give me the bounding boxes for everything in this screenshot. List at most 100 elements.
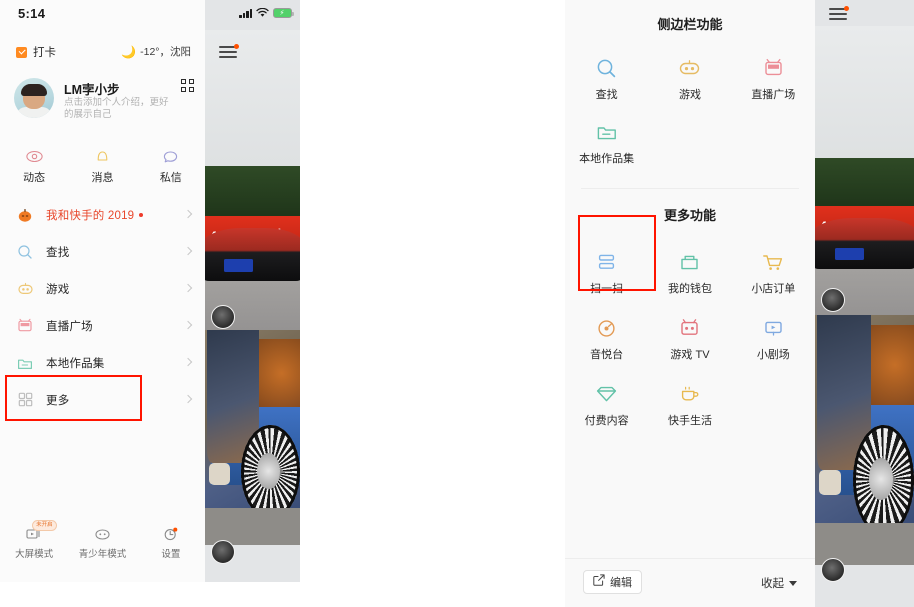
- caret-down-icon: [789, 580, 797, 586]
- video-clip-porsche[interactable]: 40w买保时: [205, 30, 300, 340]
- shopping-cart-icon: [732, 250, 815, 274]
- moon-icon: 🌙: [121, 44, 137, 59]
- video-thumbnail-avatar[interactable]: [211, 305, 235, 329]
- sidebar-functions-grid: 查找 游戏 直播广场 本地作品集: [565, 47, 815, 170]
- grid-item-local-works[interactable]: 本地作品集: [565, 106, 648, 170]
- eye-icon: [0, 148, 68, 165]
- video2-shoe: [208, 463, 230, 485]
- teen-mode-icon: [68, 524, 136, 544]
- big-screen-icon: 未开启: [0, 520, 68, 544]
- avatar[interactable]: [14, 78, 54, 118]
- folder-icon: [565, 120, 648, 144]
- grid-item-scan[interactable]: 扫一扫: [565, 236, 648, 300]
- chevron-right-icon: [183, 246, 193, 256]
- video-car: [815, 218, 914, 269]
- grid-item-game[interactable]: 游戏: [648, 47, 731, 106]
- grid-item-life[interactable]: 快手生活: [648, 366, 731, 432]
- grid-item-label: 小店订单: [751, 283, 796, 295]
- hamburger-menu-icon[interactable]: [219, 44, 239, 59]
- checkin-label: 打卡: [33, 47, 56, 59]
- coffee-cup-icon: [648, 382, 731, 406]
- right-phone-screenshot: 40w买保 侧边栏功能: [565, 0, 914, 607]
- tab-label: 消息: [91, 172, 114, 184]
- bell-icon: [68, 148, 136, 165]
- grid-item-label: 直播广场: [751, 89, 796, 101]
- chevron-right-icon: [183, 209, 193, 219]
- hamburger-menu-icon[interactable]: [829, 6, 849, 21]
- sidebar-item-more[interactable]: 更多: [0, 381, 205, 418]
- video-trees: [815, 158, 914, 212]
- grid-item-wallet[interactable]: 我的钱包: [648, 236, 731, 300]
- sidebar-item-label: 我和快手的 2019: [46, 209, 135, 222]
- tab-dongtai[interactable]: 动态: [0, 148, 68, 185]
- tab-sixin[interactable]: 私信: [137, 148, 205, 185]
- live-tv-icon: [16, 317, 34, 335]
- search-icon: [16, 243, 34, 261]
- checkin-button[interactable]: 打卡: [16, 44, 56, 60]
- bottom-item-bigscreen[interactable]: 未开启 大屏模式: [0, 520, 68, 560]
- grid-item-music[interactable]: 音悦台: [565, 300, 648, 366]
- sidebar-item-local-works[interactable]: 本地作品集: [0, 344, 205, 381]
- edit-button[interactable]: 编辑: [583, 570, 642, 594]
- grid-item-label: 音悦台: [590, 349, 624, 361]
- grid-item-shop-orders[interactable]: 小店订单: [732, 236, 815, 300]
- grid-item-paid-content[interactable]: 付费内容: [565, 366, 648, 432]
- diamond-icon: [565, 382, 648, 406]
- video2-wheel-hub: [869, 457, 894, 500]
- status-bar-clock: 5:14: [18, 6, 46, 21]
- chevron-right-icon: [183, 394, 193, 404]
- qr-code-icon[interactable]: [181, 79, 194, 92]
- sidebar-item-label: 直播广场: [46, 320, 93, 333]
- video-clip-porsche-right[interactable]: 40w买保: [815, 26, 914, 326]
- grid-item-label: 小剧场: [756, 349, 790, 361]
- sidebar-section-title: 侧边栏功能: [657, 17, 723, 32]
- profile-description: 点击添加个人介绍，更好的展示自己: [64, 97, 169, 120]
- grid-item-game-tv[interactable]: 游戏 TV: [648, 300, 731, 366]
- video-clip-wheel[interactable]: [205, 330, 300, 545]
- game-robot-icon: [16, 280, 34, 298]
- signal-bars-icon: [239, 8, 252, 18]
- video-car: [205, 228, 300, 282]
- checkin-weather-row: 打卡 🌙 -12°，沈阳: [0, 42, 205, 64]
- grid-item-search[interactable]: 查找: [565, 47, 648, 106]
- bottom-item-settings[interactable]: 设置: [137, 524, 205, 560]
- profile-card[interactable]: LM孛小步 点击添加个人介绍，更好的展示自己: [14, 78, 194, 126]
- grid-item-label: 本地作品集: [579, 153, 635, 165]
- folder-icon: [16, 354, 34, 372]
- sidebar-item-label: 查找: [46, 246, 70, 259]
- left-phone-screenshot: 40w买保时 ⚡: [0, 0, 300, 582]
- grid-item-theater[interactable]: 小剧场: [732, 300, 815, 366]
- sidebar-item-2019[interactable]: 我和快手的 2019: [0, 196, 205, 233]
- status-bar: 5:14: [0, 0, 205, 30]
- weather-widget[interactable]: 🌙 -12°，沈阳: [121, 44, 191, 59]
- bottom-item-teenmode[interactable]: 青少年模式: [68, 524, 136, 560]
- sidebar-item-search[interactable]: 查找: [0, 233, 205, 270]
- grid-item-label: 快手生活: [667, 415, 712, 427]
- music-disc-icon: [565, 316, 648, 340]
- collapse-button[interactable]: 收起: [761, 575, 797, 591]
- chevron-right-icon: [183, 357, 193, 367]
- right-video-preview[interactable]: 40w买保: [815, 0, 914, 607]
- video2-wheel-hub: [257, 452, 281, 490]
- tab-label: 私信: [159, 172, 182, 184]
- video-thumbnail-avatar[interactable]: [821, 288, 845, 312]
- sidebar-item-game[interactable]: 游戏: [0, 270, 205, 307]
- more-functions-grid: 扫一扫 我的钱包 小店订单 音悦台 游戏 TV 小剧场 付费内容 快手生活: [565, 236, 815, 432]
- tab-xiaoxi[interactable]: 消息: [68, 148, 136, 185]
- left-video-preview[interactable]: 40w买保时 ⚡: [205, 0, 300, 582]
- pumpkin-icon: [16, 206, 34, 224]
- edit-square-icon: [593, 573, 605, 591]
- tab-label: 动态: [23, 172, 46, 184]
- chevron-right-icon: [183, 283, 193, 293]
- video-thumbnail-avatar-2[interactable]: [821, 558, 845, 582]
- grid-item-live[interactable]: 直播广场: [732, 47, 815, 106]
- status-bar-right: ⚡: [239, 8, 294, 18]
- video-thumbnail-avatar-2[interactable]: [211, 540, 235, 564]
- video-clip-wheel-right[interactable]: [815, 315, 914, 565]
- sidebar-item-label: 更多: [46, 394, 70, 407]
- sidebar-item-label: 游戏: [46, 283, 70, 296]
- notification-dot: [234, 44, 239, 49]
- edit-button-label: 编辑: [610, 577, 632, 589]
- sidebar-item-live[interactable]: 直播广场: [0, 307, 205, 344]
- grid-item-label: 游戏 TV: [670, 349, 710, 361]
